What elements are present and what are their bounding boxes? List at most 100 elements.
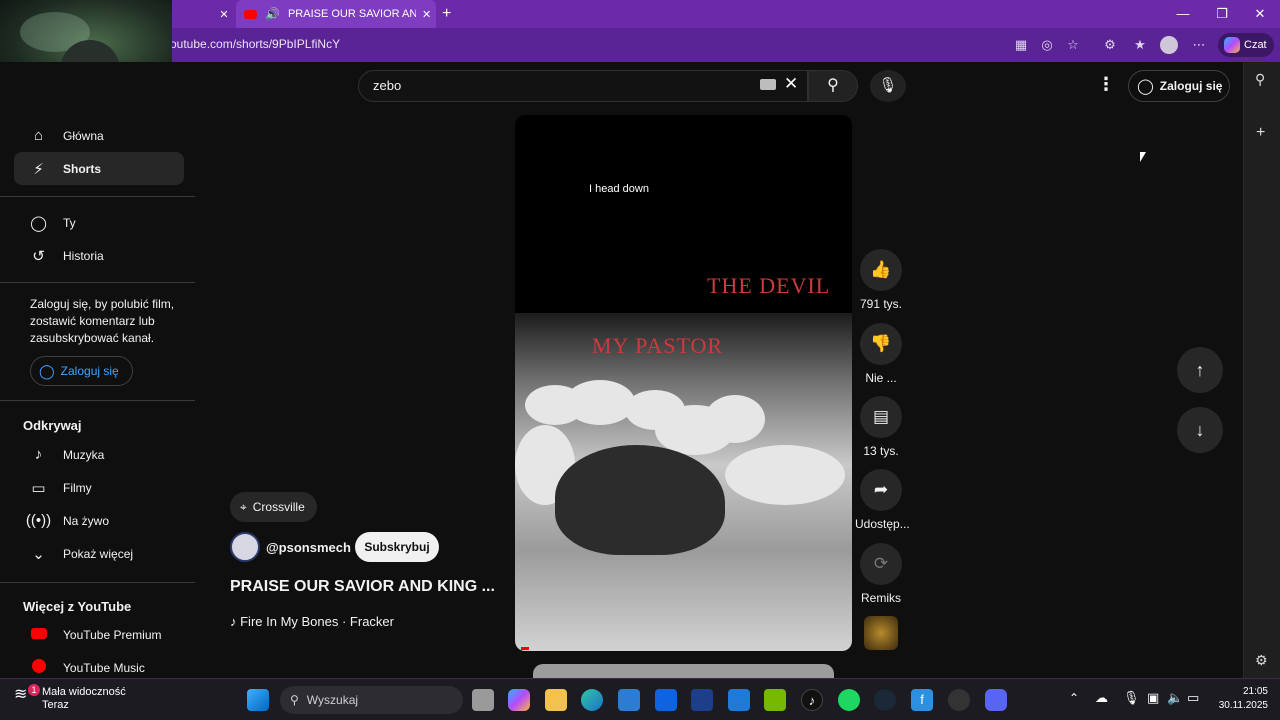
copilot-icon [1224,37,1240,53]
search-button[interactable]: ⚲ [808,70,858,102]
like-button[interactable]: 👍 791 tys. [855,249,907,311]
dislike-button[interactable]: 👎 Nie ... [855,323,907,385]
clock-time: 21:05 [1242,686,1268,697]
sidebar-item-premium[interactable]: YouTube Premium [14,618,184,651]
progress-bar[interactable] [521,647,529,650]
remix-icon: ⟳ [860,543,902,585]
subscribe-button[interactable]: Subskrybuj [355,532,439,562]
search-input[interactable]: zebo [358,70,808,102]
clock[interactable]: 21:05 30.11.2025 [1212,685,1268,713]
dropbox-icon[interactable] [655,689,677,711]
search-icon[interactable]: ⚲ [1255,71,1265,88]
cloud-icon[interactable]: ☁ [1095,690,1108,706]
discord-icon[interactable] [985,689,1007,711]
url-field[interactable]: outube.com/shorts/9PbIPLfiNcY [170,37,340,51]
mail-icon[interactable] [728,689,750,711]
youtube-page: ⌂ Główna ⚡ Shorts ◯ Ty ↺ Historia Zalogu… [0,62,1243,678]
minimize-icon[interactable]: — [1168,4,1198,24]
chevron-up-icon[interactable]: ⌃ [1069,691,1079,705]
tab-close-icon[interactable]: ✕ [422,8,431,21]
more-menu-icon[interactable]: ⋯ [1190,36,1208,54]
add-icon[interactable]: + [1256,124,1265,142]
sidebar-item-you[interactable]: ◯ Ty [14,206,184,239]
mic-icon[interactable]: 🎙 [1123,690,1140,706]
task-view-icon[interactable] [472,689,494,711]
settings-menu-icon[interactable]: ⋮ [1097,74,1115,95]
thumbs-down-icon: 👎 [860,323,902,365]
weather-widget[interactable]: ≋ 1 Mała widoczność Teraz [14,684,126,712]
sidebar-item-home[interactable]: ⌂ Główna [14,119,184,152]
window-close-icon[interactable]: ✕ [1245,4,1275,24]
sidebar-item-history[interactable]: ↺ Historia [14,239,184,272]
tab-active[interactable]: 🔊 PRAISE OUR SAVIOR AND KI ✕ [236,0,436,28]
share-icon: ➦ [860,469,902,511]
taskbar-search[interactable]: ⚲ Wyszukaj [280,686,463,714]
favorite-star-icon[interactable]: ☆ [1064,36,1082,54]
music-link[interactable]: ♪ Fire In My Bones · Fracker [230,614,394,629]
tracking-prevention-icon[interactable]: ◎ [1038,36,1056,54]
speaker-icon[interactable]: 🔊 [265,7,280,21]
facebook-icon[interactable]: f [911,689,933,711]
store-icon[interactable] [618,689,640,711]
sidebar-item-label: Shorts [63,161,102,176]
video-title[interactable]: PRAISE OUR SAVIOR AND KING ... [230,578,495,596]
sidebar-item-label: Historia [63,248,104,263]
steam-icon[interactable] [874,689,896,711]
nvidia-icon[interactable] [764,689,786,711]
shorts-icon: ⚡ [33,160,44,178]
remix-button[interactable]: ⟳ Remiks [855,543,907,605]
film-icon: ▭ [31,479,46,497]
channel-avatar[interactable] [230,532,260,562]
sidebar-item-shorts[interactable]: ⚡ Shorts [14,152,184,185]
sidebar-signin-button[interactable]: ◯ Zaloguj się [30,356,133,386]
extensions-icon[interactable]: ⚙ [1101,36,1119,54]
comment-icon: ▤ [860,396,902,438]
login-button[interactable]: ◯ Zaloguj się [1128,70,1230,102]
clock-date: 30.11.2025 [1218,700,1268,711]
tiktok-icon[interactable]: ♪ [801,689,823,711]
file-explorer-icon[interactable] [545,689,567,711]
sidebar-item-movies[interactable]: ▭ Filmy [14,471,184,504]
sidebar-item-music[interactable]: ♪ Muzyka [14,438,184,471]
weather-title: Mała widoczność [42,686,126,698]
short-video-player[interactable]: I head down THE DEVIL MY PASTOR [515,115,852,651]
sidebar-item-label: Muzyka [63,447,105,462]
edge-browser-icon[interactable] [581,689,603,711]
spotify-icon[interactable] [838,689,860,711]
apps-icon[interactable]: ▦ [1012,36,1030,54]
chevron-down-icon: ⌄ [32,545,45,563]
gear-icon[interactable]: ⚙ [1255,652,1268,669]
profile-avatar[interactable] [1160,36,1178,54]
battery-icon[interactable]: ▭ [1187,690,1199,706]
comments-button[interactable]: ▤ 13 tys. [855,396,907,458]
favorites-icon[interactable]: ★ [1131,36,1149,54]
sidebar-show-more[interactable]: ⌄ Pokaż więcej [14,537,184,570]
sidebar-item-live[interactable]: ((•)) Na żywo [14,504,184,537]
browser-tab-bar: ✕ 🔊 PRAISE OUR SAVIOR AND KI ✕ + — ❐ ✕ [0,0,1280,28]
share-button[interactable]: ➦ Udostęp... [855,469,910,531]
volume-icon[interactable]: 🔈 [1167,690,1183,706]
clear-search-icon[interactable]: ✕ [784,74,798,94]
copilot-button[interactable]: Czat [1218,33,1274,57]
app-icon[interactable] [691,689,713,711]
sound-thumbnail[interactable] [864,616,898,650]
channel-name[interactable]: @psonsmech [266,540,351,555]
video-caption-devil: THE DEVIL [707,273,831,298]
sidebar-item-music-app[interactable]: YouTube Music [14,651,184,678]
location-chip[interactable]: ⌖ Crossville [230,492,317,522]
windows-start-icon[interactable] [247,689,269,711]
previous-short-button[interactable]: ↑ [1177,347,1223,393]
restore-icon[interactable]: ❐ [1207,4,1237,24]
chrome-like-icon[interactable] [948,689,970,711]
explore-heading: Odkrywaj [23,418,82,433]
copilot-taskbar-icon[interactable] [508,689,530,711]
next-short-button[interactable]: ↓ [1177,407,1223,453]
signin-prompt: Zaloguj się, by polubić film, zostawić k… [30,297,175,345]
network-icon[interactable]: ▣ [1147,690,1159,706]
keyboard-icon[interactable] [760,79,776,90]
new-tab-icon[interactable]: + [442,0,460,28]
tab-close-icon[interactable]: ✕ [212,0,236,28]
voice-search-button[interactable]: 🎙 [870,70,906,102]
next-short-preview[interactable] [533,664,834,678]
sidebar-item-label: Filmy [63,480,92,495]
